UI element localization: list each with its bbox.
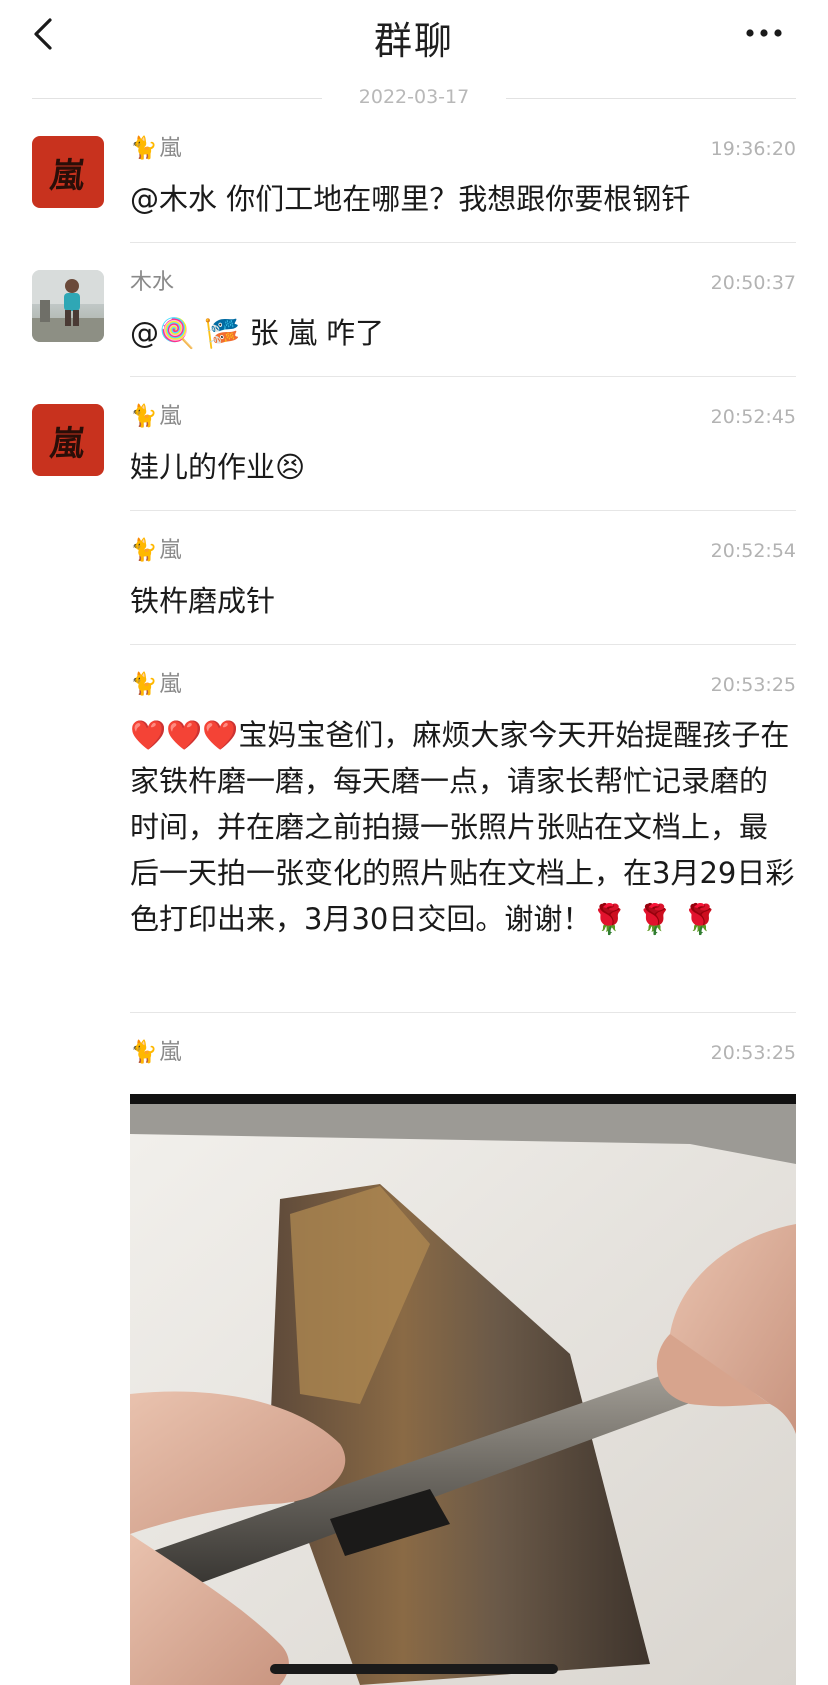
message-divider [130,1012,796,1013]
sender-name[interactable]: 🐈嵐 [130,670,181,700]
message-image[interactable] [130,1094,796,1685]
message-5: 🐈嵐 20:53:25 ❤️❤️❤️宝妈宝爸们，麻烦大家今天开始提醒孩子在家铁杵… [130,670,796,1000]
avatar-lan[interactable]: 嵐 [32,136,104,208]
sender-name[interactable]: 🐈嵐 [130,536,181,566]
avatar-lan[interactable]: 嵐 [32,404,104,476]
message-time: 20:52:54 [710,540,796,562]
cat-emoji-icon: 🐈 [130,1040,158,1065]
message-divider [130,510,796,511]
home-indicator[interactable] [270,1664,558,1674]
cat-emoji-icon: 🐈 [130,672,158,697]
message-time: 20:53:25 [710,674,796,696]
sender-label: 嵐 [159,136,182,161]
message-text[interactable]: ❤️❤️❤️宝妈宝爸们，麻烦大家今天开始提醒孩子在家铁杵磨一磨，每天磨一点，请家… [130,712,796,942]
page-title: 群聊 [373,19,454,63]
message-time: 20:52:45 [710,406,796,428]
cat-emoji-icon: 🐈 [130,538,158,563]
seal-text: 嵐 [47,424,88,464]
date-divider-right [506,98,796,99]
sender-label: 嵐 [159,1040,182,1065]
message-text[interactable]: @🍭 🎏 张 嵐 咋了 [130,310,796,356]
message-text[interactable]: 娃儿的作业😣 [130,444,796,490]
date-separator: 2022-03-17 [32,86,796,112]
message-4: 🐈嵐 20:52:54 铁杵磨成针 [130,536,796,646]
message-3: 🐈嵐 20:52:45 娃儿的作业😣 [130,402,796,512]
message-divider [130,242,796,243]
message-text[interactable]: @木水 你们工地在哪里？我想跟你要根钢钎 [130,176,796,222]
sender-name[interactable]: 🐈嵐 [130,1038,181,1068]
message-2: 木水 20:50:37 @🍭 🎏 张 嵐 咋了 [130,268,796,378]
message-divider [130,644,796,645]
message-text[interactable]: 铁杵磨成针 [130,578,796,624]
chat-header: 群聊 [0,0,828,70]
message-1: 🐈嵐 19:36:20 @木水 你们工地在哪里？我想跟你要根钢钎 [130,134,796,244]
whetstone-rod-photo [130,1104,796,1685]
seal-text: 嵐 [47,156,88,196]
message-time: 20:50:37 [710,272,796,294]
sender-name[interactable]: 🐈嵐 [130,134,181,164]
more-ellipsis-icon[interactable] [740,18,788,48]
date-text: 2022-03-17 [358,86,470,108]
message-time: 20:53:25 [710,1042,796,1064]
sender-label: 嵐 [159,672,182,697]
message-time: 19:36:20 [710,138,796,160]
sender-name[interactable]: 🐈嵐 [130,402,181,432]
avatar-mushui[interactable] [32,270,104,342]
cat-emoji-icon: 🐈 [130,136,158,161]
child-photo-icon [32,270,104,342]
message-6: 🐈嵐 20:53:25 [130,1038,796,1088]
sender-label: 嵐 [159,404,182,429]
message-divider [130,376,796,377]
sender-name[interactable]: 木水 [130,268,174,298]
cat-emoji-icon: 🐈 [130,404,158,429]
sender-label: 嵐 [159,538,182,563]
